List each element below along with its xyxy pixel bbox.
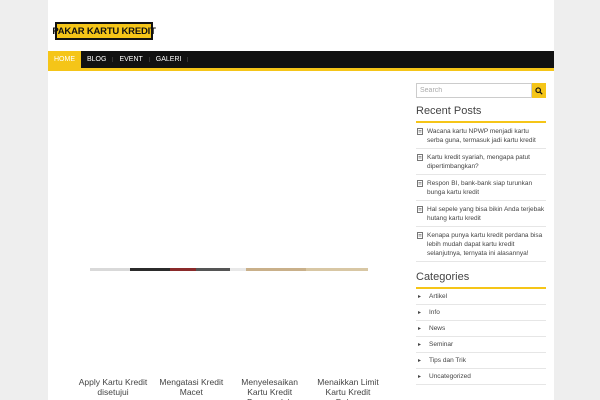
post-link[interactable]: Mengatasi Kredit Macet [156,377,226,400]
nav-item-home[interactable]: HOME [48,51,81,68]
recent-post-item[interactable]: Kenapa punya kartu kredit perdana bisa l… [416,227,546,262]
sidebar: Recent Posts Wacana kartu NPWP menjadi k… [416,83,546,385]
recent-post-item[interactable]: Respon BI, bank-bank siap turunkan bunga… [416,175,546,201]
post-link[interactable]: Menyelesaikan Kartu Kredit Bermasalah [235,377,305,400]
recent-post-item[interactable]: Hal sepele yang bisa bikin Anda terjebak… [416,201,546,227]
nav-divider [187,57,189,62]
caret-right-icon: ▸ [418,374,422,380]
main-navigation: HOME BLOG EVENT GALERI [48,51,554,71]
recent-post-label: Hal sepele yang bisa bikin Anda terjebak… [427,206,545,222]
recent-post-label: Kenapa punya kartu kredit perdana bisa l… [427,232,543,257]
site-logo[interactable]: PAKAR KARTU KREDIT [52,22,156,40]
document-icon [417,180,423,187]
document-icon [417,154,423,161]
recent-posts-title: Recent Posts [416,105,546,123]
page-container: PAKAR KARTU KREDIT HOME BLOG EVENT GALER… [48,0,554,400]
category-item[interactable]: ▸ Artikel [416,289,546,305]
category-item[interactable]: ▸ Info [416,305,546,321]
recent-posts-list: Wacana kartu NPWP menjadi kartu serba gu… [416,123,546,262]
category-item[interactable]: ▸ Tips dan Trik [416,353,546,369]
caret-right-icon: ▸ [418,342,422,348]
post-link[interactable]: Apply Kartu Kredit disetujui [78,377,148,400]
recent-post-item[interactable]: Kartu kredit syariah, mengapa patut dipe… [416,149,546,175]
category-label: News [429,325,446,332]
document-icon [417,128,423,135]
caret-right-icon: ▸ [418,294,422,300]
document-icon [417,206,423,213]
caret-right-icon: ▸ [418,326,422,332]
recent-post-item[interactable]: Wacana kartu NPWP menjadi kartu serba gu… [416,123,546,149]
main-content: Apply Kartu Kredit disetujui Mengatasi K… [48,74,408,400]
post-link[interactable]: Menaikkan Limit Kartu Kredit Dalam [313,377,383,400]
categories-list: ▸ Artikel ▸ Info ▸ News ▸ Seminar ▸ Tips… [416,289,546,385]
nav-item-event[interactable]: EVENT [113,51,148,68]
category-label: Seminar [429,341,454,348]
category-item[interactable]: ▸ Uncategorized [416,369,546,385]
category-label: Uncategorized [429,373,471,380]
slider-thumbnail-strip[interactable] [90,268,368,271]
search-button[interactable] [532,83,546,98]
category-item[interactable]: ▸ News [416,321,546,337]
category-label: Tips dan Trik [429,357,466,364]
document-icon [417,232,423,239]
caret-right-icon: ▸ [418,310,422,316]
search-icon [535,86,543,95]
recent-post-label: Wacana kartu NPWP menjadi kartu serba gu… [427,128,536,144]
category-label: Artikel [429,293,448,300]
search-form [416,83,546,98]
recent-post-label: Kartu kredit syariah, mengapa patut dipe… [427,154,530,170]
search-input[interactable] [416,83,532,98]
featured-posts: Apply Kartu Kredit disetujui Mengatasi K… [78,377,383,400]
category-item[interactable]: ▸ Seminar [416,337,546,353]
nav-item-blog[interactable]: BLOG [81,51,112,68]
logo-text: PAKAR KARTU KREDIT [52,25,156,37]
categories-title: Categories [416,271,546,289]
nav-item-galeri[interactable]: GALERI [150,51,188,68]
category-label: Info [429,309,440,316]
caret-right-icon: ▸ [418,358,422,364]
recent-post-label: Respon BI, bank-bank siap turunkan bunga… [427,180,533,196]
